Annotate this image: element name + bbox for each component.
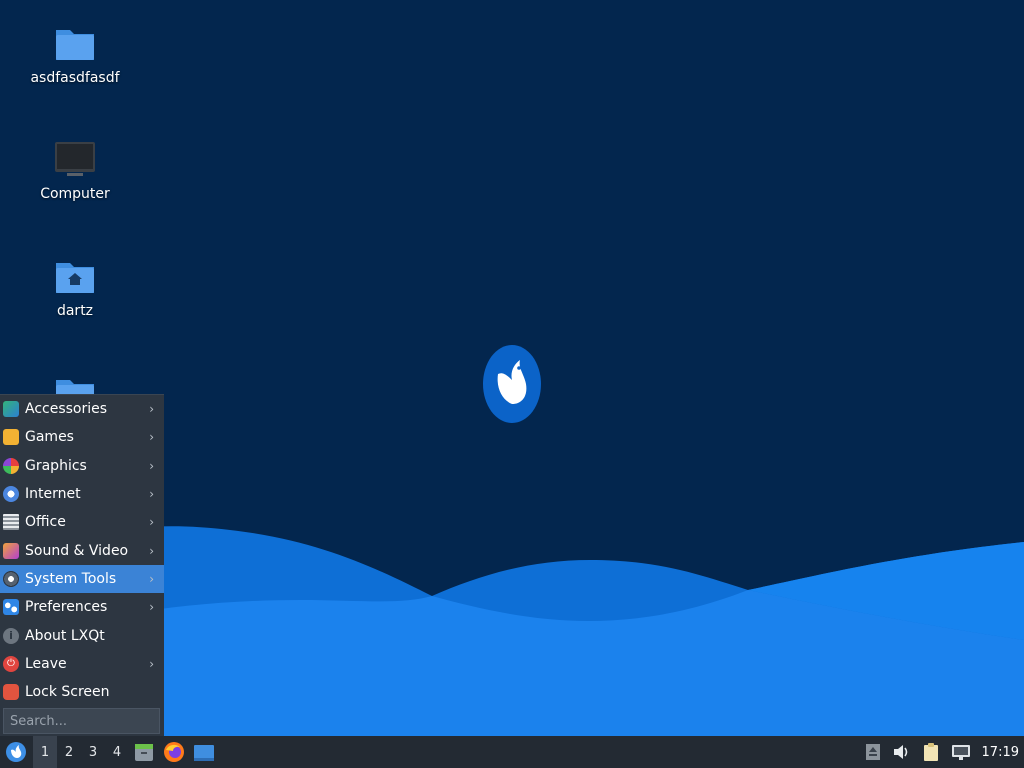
network-icon [951, 745, 970, 760]
menu-item-office[interactable]: Office › [0, 508, 164, 536]
folder-icon [56, 30, 94, 60]
menu-item-sound-video[interactable]: Sound & Video › [0, 536, 164, 564]
menu-item-label: Games [25, 429, 74, 446]
menu-item-internet[interactable]: Internet › [0, 480, 164, 508]
menu-item-label: System Tools [25, 570, 117, 587]
chevron-right-icon: › [149, 571, 154, 586]
firefox-icon [164, 742, 184, 762]
desktop-switch-3[interactable]: 3 [81, 736, 105, 768]
chevron-right-icon: › [149, 543, 154, 558]
chevron-right-icon: › [149, 430, 154, 445]
desktop-number: 2 [64, 744, 74, 760]
graphics-icon [3, 457, 19, 474]
lock-icon [3, 684, 19, 701]
home-folder-icon [56, 263, 94, 293]
chevron-right-icon: › [149, 402, 154, 417]
menu-item-label: Lock Screen [25, 684, 110, 701]
desktop-icon-label: dartz [56, 303, 94, 319]
info-icon: i [3, 627, 19, 644]
preferences-icon [3, 599, 19, 616]
menu-item-graphics[interactable]: Graphics › [0, 452, 164, 480]
main-menu-button[interactable] [0, 736, 32, 768]
show-desktop-icon [194, 745, 214, 761]
internet-icon [3, 486, 19, 503]
desktop-icon-asdfasdfasdf[interactable]: asdfasdfasdf [20, 22, 130, 86]
menu-item-lock-screen[interactable]: Lock Screen [0, 678, 164, 706]
chevron-right-icon: › [149, 458, 154, 473]
menu-item-label: About LXQt [25, 627, 105, 644]
computer-icon [55, 142, 95, 176]
chevron-right-icon: › [149, 515, 154, 530]
show-desktop-button[interactable] [189, 736, 219, 768]
desktop-switch-1[interactable]: 1 [33, 736, 57, 768]
lubuntu-menu-icon [6, 742, 26, 762]
menu-search-input[interactable] [3, 708, 160, 734]
desktop-number: 4 [112, 744, 122, 760]
desktop-switch-4[interactable]: 4 [105, 736, 129, 768]
volume-icon [893, 745, 907, 759]
menu-item-games[interactable]: Games › [0, 423, 164, 451]
desktop-number: 1 [40, 744, 50, 760]
firefox-launcher[interactable] [159, 736, 189, 768]
clipboard-icon [923, 743, 938, 761]
clipboard-button[interactable] [916, 736, 946, 768]
application-menu: Accessories › Games › Graphics › Interne… [0, 394, 164, 737]
eject-icon [865, 744, 880, 760]
power-icon: ⏻ [3, 655, 19, 672]
menu-item-preferences[interactable]: Preferences › [0, 593, 164, 621]
menu-item-leave[interactable]: ⏻ Leave › [0, 650, 164, 678]
menu-item-label: Graphics [25, 457, 87, 474]
office-icon [3, 514, 19, 531]
menu-item-label: Sound & Video [25, 542, 129, 559]
menu-item-about-lxqt[interactable]: i About LXQt [0, 621, 164, 649]
menu-item-label: Internet [25, 486, 81, 503]
menu-item-accessories[interactable]: Accessories › [0, 395, 164, 423]
menu-item-label: Office [25, 514, 66, 531]
network-button[interactable] [946, 736, 976, 768]
system-tools-icon [3, 570, 19, 587]
clock[interactable]: 17:19 [982, 745, 1019, 760]
menu-item-label: Leave [25, 655, 67, 672]
eject-button[interactable] [860, 736, 886, 768]
chevron-right-icon: › [149, 600, 154, 615]
chevron-right-icon: › [149, 656, 154, 671]
desktop-icon-label: asdfasdfasdf [30, 70, 120, 86]
menu-item-label: Preferences [25, 599, 108, 616]
lubuntu-bird-logo [483, 345, 541, 423]
games-icon [3, 429, 19, 446]
accessories-icon [3, 401, 19, 418]
taskbar: 1 2 3 4 17:19 [0, 736, 1024, 768]
system-tray: 17:19 [860, 736, 1024, 768]
file-manager-icon [135, 744, 153, 761]
desktop-switch-2[interactable]: 2 [57, 736, 81, 768]
file-manager-launcher[interactable] [129, 736, 159, 768]
chevron-right-icon: › [149, 487, 154, 502]
desktop-icon-dartz[interactable]: dartz [20, 255, 130, 319]
sound-video-icon [3, 542, 19, 559]
volume-button[interactable] [886, 736, 916, 768]
menu-item-system-tools[interactable]: System Tools › [0, 564, 164, 594]
desktop-icon-computer[interactable]: Computer [20, 138, 130, 202]
desktop-number: 3 [88, 744, 98, 760]
desktop-icon-label: Computer [40, 186, 110, 202]
menu-item-label: Accessories [25, 401, 108, 418]
